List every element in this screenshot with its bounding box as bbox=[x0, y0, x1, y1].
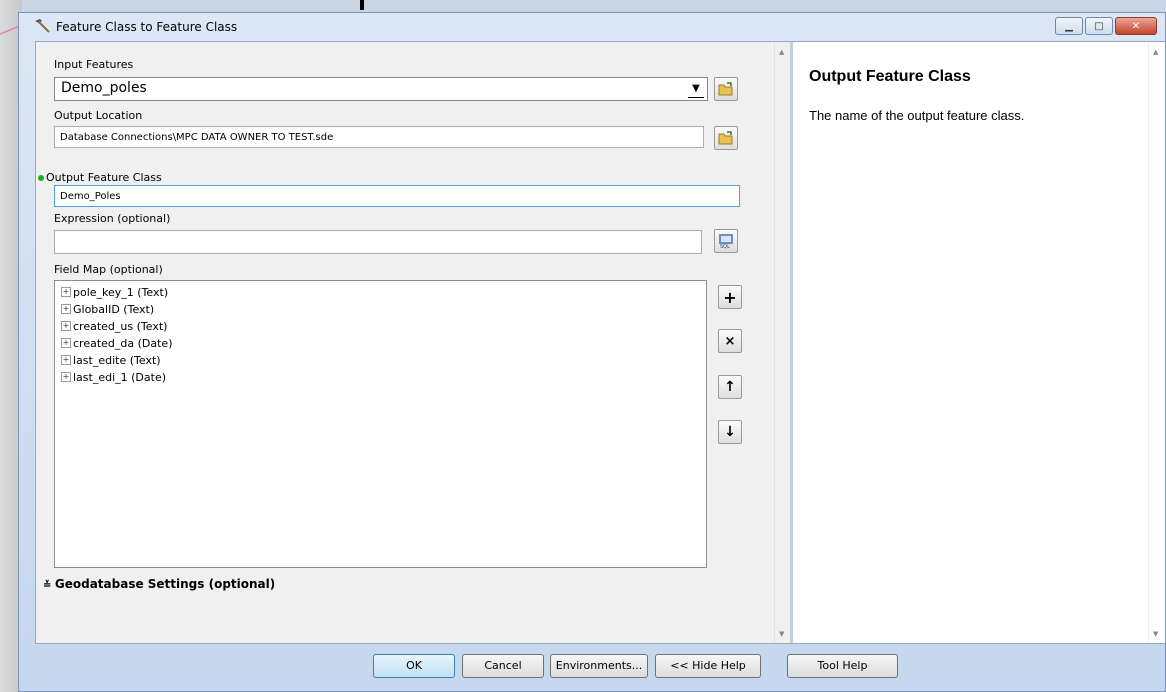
expand-icon[interactable]: + bbox=[61, 338, 71, 348]
list-item[interactable]: + created_us (Text) bbox=[61, 318, 167, 334]
list-item[interactable]: + GlobalID (Text) bbox=[61, 301, 154, 317]
button-bar: OK Cancel Environments... << Hide Help T… bbox=[19, 644, 1166, 691]
window-title: Feature Class to Feature Class bbox=[56, 20, 238, 34]
sql-builder-button[interactable]: SQL bbox=[714, 229, 738, 253]
sql-icon: SQL bbox=[719, 234, 733, 249]
input-features-combo[interactable]: Demo_poles ▼ bbox=[54, 77, 708, 101]
open-folder-icon bbox=[718, 82, 733, 96]
arrow-up-icon: ↑ bbox=[724, 379, 736, 395]
parameters-pane: Input Features Demo_poles ▼ Output Locat… bbox=[36, 42, 774, 643]
browse-location-button[interactable] bbox=[714, 126, 738, 150]
minimize-button[interactable]: ▁ bbox=[1055, 17, 1083, 35]
output-feature-class-field[interactable] bbox=[54, 185, 740, 207]
field-map-label: Field Map (optional) bbox=[54, 263, 163, 276]
delete-x-icon: × bbox=[724, 333, 736, 349]
output-location-label: Output Location bbox=[54, 109, 143, 122]
svg-text:SQL: SQL bbox=[720, 244, 730, 249]
expand-icon[interactable]: + bbox=[61, 355, 71, 365]
scroll-down-icon[interactable]: ▼ bbox=[1153, 630, 1158, 638]
list-item[interactable]: + pole_key_1 (Text) bbox=[61, 284, 168, 300]
expand-icon[interactable]: + bbox=[61, 287, 71, 297]
expression-label: Expression (optional) bbox=[54, 212, 171, 225]
scroll-down-icon[interactable]: ▼ bbox=[779, 630, 784, 638]
plus-icon: + bbox=[723, 287, 737, 307]
ok-button[interactable]: OK bbox=[373, 654, 455, 678]
expand-icon[interactable]: + bbox=[61, 304, 71, 314]
input-features-value: Demo_poles bbox=[61, 80, 147, 96]
browse-input-button[interactable] bbox=[714, 77, 738, 101]
environments-button[interactable]: Environments... bbox=[550, 654, 648, 678]
delete-field-button[interactable]: × bbox=[718, 329, 742, 353]
dialog-client: Input Features Demo_poles ▼ Output Locat… bbox=[35, 41, 1165, 644]
input-features-label: Input Features bbox=[54, 58, 134, 71]
title-bar[interactable]: Feature Class to Feature Class ▁ □ ✕ bbox=[19, 13, 1165, 41]
tool-help-button[interactable]: Tool Help bbox=[787, 654, 898, 678]
close-button[interactable]: ✕ bbox=[1115, 17, 1157, 35]
list-item[interactable]: + created_da (Date) bbox=[61, 335, 173, 351]
close-icon: ✕ bbox=[1131, 20, 1141, 32]
arrow-down-icon: ↓ bbox=[724, 424, 736, 440]
output-feature-class-label: Output Feature Class bbox=[46, 171, 162, 184]
background-mark bbox=[360, 0, 364, 10]
cancel-button[interactable]: Cancel bbox=[462, 654, 544, 678]
minimize-icon: ▁ bbox=[1065, 20, 1073, 32]
list-item[interactable]: + last_edite (Text) bbox=[61, 352, 161, 368]
maximize-button[interactable]: □ bbox=[1085, 17, 1113, 35]
scroll-up-icon[interactable]: ▲ bbox=[1153, 48, 1158, 56]
expand-icon[interactable]: + bbox=[61, 321, 71, 331]
geodatabase-settings-toggle[interactable]: ≚ Geodatabase Settings (optional) bbox=[43, 577, 275, 591]
scroll-up-icon[interactable]: ▲ bbox=[779, 48, 784, 56]
expression-field[interactable] bbox=[54, 230, 702, 254]
help-scrollbar[interactable]: ▲ ▼ bbox=[1148, 42, 1165, 643]
list-item[interactable]: + last_edi_1 (Date) bbox=[61, 369, 166, 385]
chevrons-down-icon: ≚ bbox=[43, 580, 55, 591]
help-text: The name of the output feature class. bbox=[809, 108, 1025, 123]
field-map-tree[interactable]: + pole_key_1 (Text) + GlobalID (Text) + cre… bbox=[54, 280, 707, 568]
required-indicator-dot bbox=[38, 175, 44, 181]
move-down-button[interactable]: ↓ bbox=[718, 420, 742, 444]
maximize-icon: □ bbox=[1094, 20, 1104, 32]
parameters-scrollbar[interactable]: ▲ ▼ bbox=[774, 42, 791, 643]
help-title: Output Feature Class bbox=[809, 68, 971, 85]
expand-icon[interactable]: + bbox=[61, 372, 71, 382]
move-up-button[interactable]: ↑ bbox=[718, 375, 742, 399]
add-field-button[interactable]: + bbox=[718, 285, 742, 309]
hide-help-button[interactable]: << Hide Help bbox=[655, 654, 761, 678]
open-folder-icon bbox=[718, 131, 733, 145]
help-pane: Output Feature Class The name of the out… bbox=[793, 42, 1148, 643]
hammer-icon bbox=[35, 19, 50, 33]
tool-dialog-window: Feature Class to Feature Class ▁ □ ✕ Inp… bbox=[18, 12, 1166, 692]
output-location-field[interactable] bbox=[54, 126, 704, 148]
chevron-down-icon[interactable]: ▼ bbox=[688, 81, 704, 98]
